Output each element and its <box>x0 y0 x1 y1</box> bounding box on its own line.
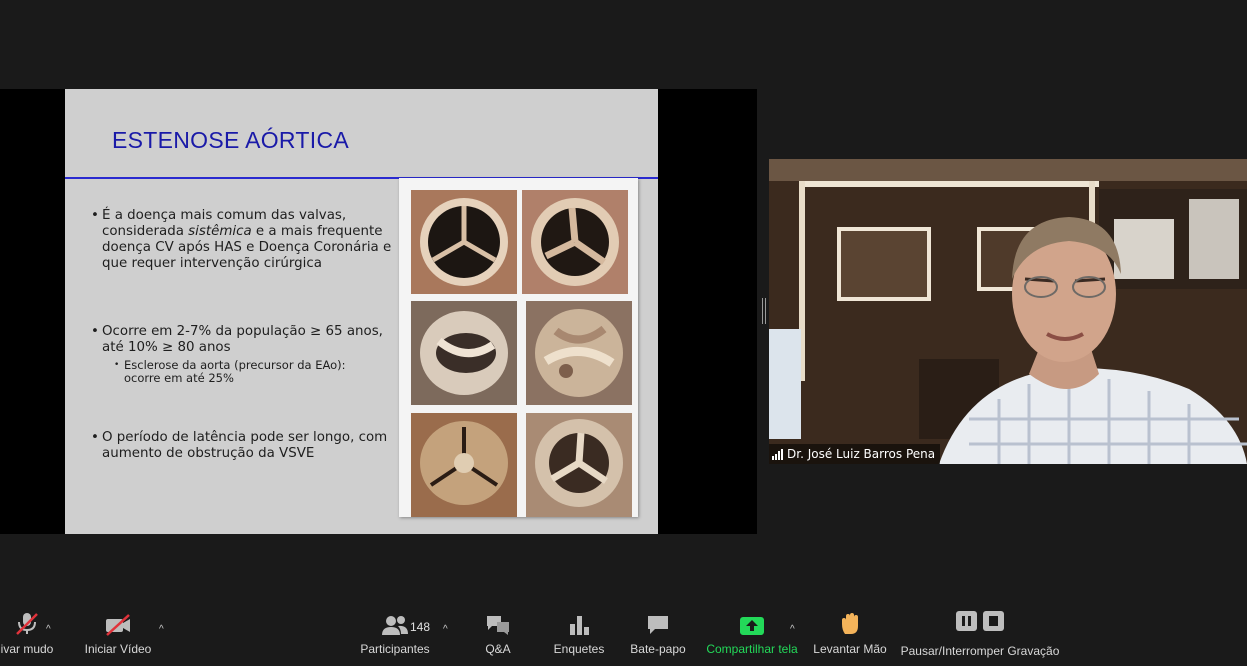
bullet-dot: • <box>91 430 99 445</box>
share-screen-icon <box>739 604 765 638</box>
participants-options-caret[interactable]: ^ <box>443 624 448 635</box>
meeting-window: ESTENOSE AÓRTICA • É a doença mais comum… <box>0 0 1247 666</box>
video-options-caret[interactable]: ^ <box>159 624 164 635</box>
participants-icon <box>375 604 415 638</box>
participants-button[interactable]: Participantes <box>356 604 434 666</box>
bullet-dot: • <box>91 208 99 223</box>
participant-name: Dr. José Luiz Barros Pena <box>787 447 936 461</box>
polls-icon <box>568 604 590 638</box>
valve-photo-stenotic <box>411 413 517 517</box>
camera-off-icon <box>104 604 132 638</box>
qa-button[interactable]: Q&A <box>474 604 522 666</box>
sub-bullet-text: Esclerose da aorta (precursor da EAo): o… <box>124 358 346 385</box>
qa-label: Q&A <box>485 642 511 656</box>
stop-recording-icon[interactable] <box>983 611 1004 636</box>
valve-photo-calcified <box>526 301 632 405</box>
qa-icon <box>485 604 511 638</box>
valve-photo-collage <box>399 178 638 517</box>
valve-photo-normal <box>411 190 517 294</box>
participants-count: 148 <box>410 620 431 634</box>
bullet-text: O período de latência pode ser longo, co… <box>102 430 388 461</box>
participant-video-tile[interactable]: Dr. José Luiz Barros Pena <box>769 159 1247 464</box>
valve-photo-severe <box>526 413 632 517</box>
raise-hand-label: Levantar Mão <box>813 642 887 656</box>
bullet-dot: • <box>114 360 120 370</box>
raise-hand-icon <box>839 604 861 638</box>
bullet-occurrence: • Ocorre em 2-7% da população ≥ 65 anos,… <box>91 324 402 356</box>
polls-button[interactable]: Enquetes <box>550 604 608 666</box>
recording-icons <box>956 604 1004 638</box>
video-frame <box>769 159 1247 464</box>
bullet-dot: • <box>91 324 99 339</box>
meeting-toolbar: ivar mudo ^ Iniciar Vídeo ^ Participante… <box>0 604 1247 666</box>
presentation-slide: ESTENOSE AÓRTICA • É a doença mais comum… <box>65 89 658 534</box>
unmute-button[interactable]: ivar mudo <box>0 604 62 666</box>
recording-label: Pausar/Interromper Gravação <box>900 644 1060 658</box>
start-video-button[interactable]: Iniciar Vídeo <box>80 604 156 666</box>
bullet-prevalence: • É a doença mais comum das valvas, cons… <box>91 208 402 272</box>
raise-hand-button[interactable]: Levantar Mão <box>812 604 888 666</box>
chat-button[interactable]: Bate-papo <box>626 604 690 666</box>
start-video-label: Iniciar Vídeo <box>84 642 152 656</box>
participants-label: Participantes <box>360 642 430 656</box>
pause-recording-icon[interactable] <box>956 611 977 636</box>
chat-icon <box>646 604 670 638</box>
participant-name-tag: Dr. José Luiz Barros Pena <box>769 444 941 464</box>
audio-options-caret[interactable]: ^ <box>46 624 51 635</box>
slide-title: ESTENOSE AÓRTICA <box>112 127 349 153</box>
chat-label: Bate-papo <box>630 642 686 656</box>
polls-label: Enquetes <box>553 642 605 656</box>
signal-strength-icon <box>772 448 783 460</box>
shared-screen: ESTENOSE AÓRTICA • É a doença mais comum… <box>0 89 757 534</box>
share-options-caret[interactable]: ^ <box>790 624 795 635</box>
recording-controls[interactable]: Pausar/Interromper Gravação <box>900 604 1060 666</box>
valve-photo-mild <box>522 190 628 294</box>
unmute-label: ivar mudo <box>0 642 54 656</box>
bullet-emphasis: sistêmica <box>188 224 252 239</box>
view-splitter-handle[interactable] <box>762 298 766 324</box>
valve-photo-bicuspid <box>411 301 517 405</box>
bullet-latency: • O período de latência pode ser longo, … <box>91 430 402 462</box>
share-screen-label: Compartilhar tela <box>706 642 798 656</box>
sub-bullet-sclerosis: • Esclerose da aorta (precursor da EAo):… <box>114 358 384 385</box>
share-screen-button[interactable]: Compartilhar tela <box>704 604 800 666</box>
microphone-muted-icon <box>14 604 40 638</box>
bullet-text: Ocorre em 2-7% da população ≥ 65 anos, a… <box>102 324 383 355</box>
